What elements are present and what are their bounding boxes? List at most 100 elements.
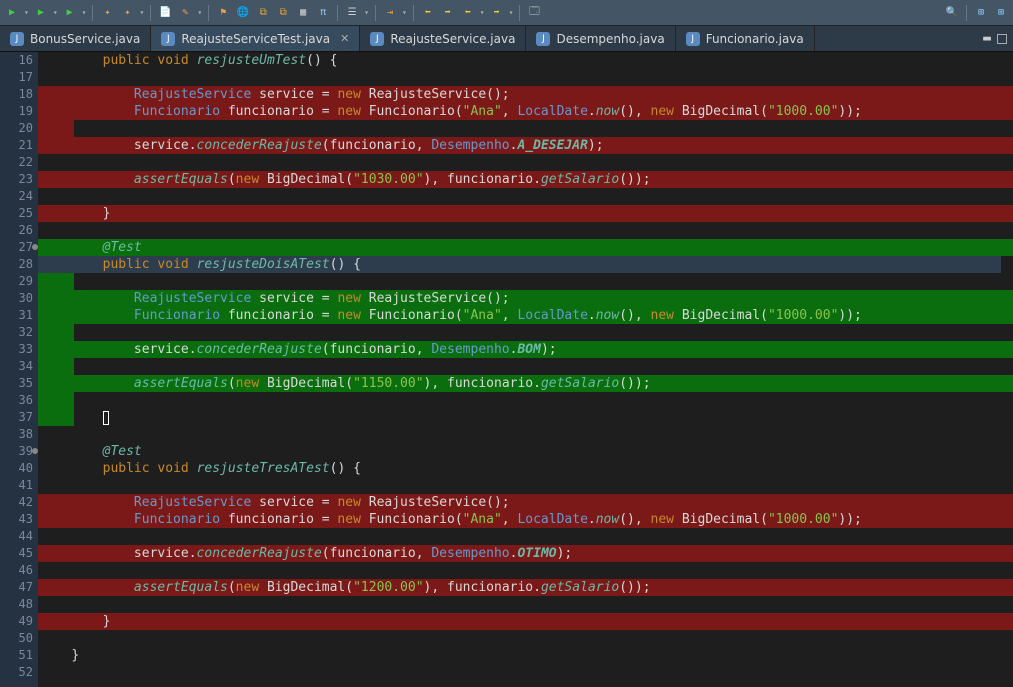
line-number: 20 — [0, 120, 38, 137]
line-number: 30 — [0, 290, 38, 307]
code-line[interactable]: public void resjusteTresATest() { — [38, 460, 1013, 477]
line-number: 38 — [0, 426, 38, 443]
tab-label: Desempenho.java — [556, 32, 664, 46]
code-line[interactable] — [38, 273, 1013, 290]
code-line[interactable]: } — [38, 205, 1013, 222]
code-line[interactable] — [38, 324, 1013, 341]
line-number: 41 — [0, 477, 38, 494]
tab-label: Funcionario.java — [706, 32, 804, 46]
perspective2-icon[interactable]: ⊞ — [993, 5, 1009, 21]
code-line[interactable] — [38, 392, 1013, 409]
code-line[interactable]: assertEquals(new BigDecimal("1150.00"), … — [38, 375, 1013, 392]
line-number: 35 — [0, 375, 38, 392]
code-line[interactable] — [38, 188, 1013, 205]
code-line[interactable]: @Test — [38, 239, 1013, 256]
line-gutter: 1617181920212223242526272829303132333435… — [0, 52, 38, 687]
code-line[interactable] — [38, 562, 1013, 579]
tab-reajusteservice[interactable]: J ReajusteService.java — [360, 26, 526, 51]
saveall-icon[interactable]: ✎ — [177, 5, 193, 21]
code-line[interactable] — [38, 409, 1013, 426]
tab-funcionario[interactable]: J Funcionario.java — [676, 26, 815, 51]
code-line[interactable] — [38, 154, 1013, 171]
line-number: 25 — [0, 205, 38, 222]
copy-icon[interactable]: ⧉ — [255, 5, 271, 21]
code-line[interactable]: @Test — [38, 443, 1013, 460]
list-icon[interactable]: ☰ — [344, 5, 360, 21]
line-number: 47 — [0, 579, 38, 596]
globe-icon[interactable]: 🌐 — [235, 5, 251, 21]
maximize-icon[interactable] — [997, 34, 1007, 44]
line-number: 36 — [0, 392, 38, 409]
paste-icon[interactable]: ⧉ — [275, 5, 291, 21]
run-icon[interactable]: ▶ — [4, 5, 20, 21]
code-line[interactable] — [38, 596, 1013, 613]
pi-icon[interactable]: π — [315, 5, 331, 21]
code-line[interactable]: Funcionario funcionario = new Funcionari… — [38, 103, 1013, 120]
code-line[interactable]: ReajusteService service = new ReajusteSe… — [38, 494, 1013, 511]
fwd-icon[interactable]: ➡ — [440, 5, 456, 21]
line-number: 52 — [0, 664, 38, 681]
line-number: 42 — [0, 494, 38, 511]
line-number: 46 — [0, 562, 38, 579]
code-line[interactable]: public void resjusteDoisATest() { — [38, 256, 1013, 273]
code-line[interactable]: assertEquals(new BigDecimal("1200.00"), … — [38, 579, 1013, 596]
align-icon[interactable]: ▦ — [295, 5, 311, 21]
ext-icon[interactable]: 🗔 — [526, 5, 542, 21]
line-number: 26 — [0, 222, 38, 239]
code-line[interactable]: service.concederReajuste(funcionario, De… — [38, 341, 1013, 358]
fwd2-icon[interactable]: ➡ — [489, 5, 505, 21]
code-line[interactable] — [38, 358, 1013, 375]
code-line[interactable]: Funcionario funcionario = new Funcionari… — [38, 307, 1013, 324]
close-icon[interactable]: ✕ — [340, 32, 349, 45]
code-editor[interactable]: 1617181920212223242526272829303132333435… — [0, 52, 1013, 687]
perspective1-icon[interactable]: ⊞ — [973, 5, 989, 21]
tab-desempenho[interactable]: J Desempenho.java — [526, 26, 675, 51]
indent-icon[interactable]: ⇥ — [382, 5, 398, 21]
tab-label: ReajusteService.java — [390, 32, 515, 46]
line-number: 44 — [0, 528, 38, 545]
line-number: 49 — [0, 613, 38, 630]
code-line[interactable] — [38, 630, 1013, 647]
java-file-icon: J — [536, 32, 550, 46]
tab-reajusteservicetest[interactable]: J ReajusteServiceTest.java ✕ — [151, 26, 360, 51]
tab-label: BonusService.java — [30, 32, 140, 46]
tab-actions: ▬ — [983, 26, 1013, 51]
code-area[interactable]: public void resjusteUmTest() { ReajusteS… — [38, 52, 1013, 687]
code-line[interactable] — [38, 477, 1013, 494]
java-file-icon: J — [10, 32, 24, 46]
minimize-icon[interactable]: ▬ — [983, 31, 991, 46]
code-line[interactable]: service.concederReajuste(funcionario, De… — [38, 545, 1013, 562]
code-line[interactable]: assertEquals(new BigDecimal("1030.00"), … — [38, 171, 1013, 188]
line-number: 22 — [0, 154, 38, 171]
code-line[interactable]: Funcionario funcionario = new Funcionari… — [38, 511, 1013, 528]
tab-bonusservice[interactable]: J BonusService.java — [0, 26, 151, 51]
code-line[interactable]: service.concederReajuste(funcionario, De… — [38, 137, 1013, 154]
code-line[interactable]: } — [38, 647, 1013, 664]
line-number: 27 — [0, 239, 38, 256]
code-line[interactable] — [38, 69, 1013, 86]
code-line[interactable]: ReajusteService service = new ReajusteSe… — [38, 86, 1013, 103]
line-number: 16 — [0, 52, 38, 69]
code-line[interactable]: } — [38, 613, 1013, 630]
new2-icon[interactable]: ✦ — [119, 5, 135, 21]
save-icon[interactable]: 📄 — [157, 5, 173, 21]
run2-icon[interactable]: ▶ — [33, 5, 49, 21]
back-icon[interactable]: ⬅ — [420, 5, 436, 21]
back2-icon[interactable]: ⬅ — [460, 5, 476, 21]
line-number: 32 — [0, 324, 38, 341]
new-icon[interactable]: ✦ — [99, 5, 115, 21]
code-line[interactable] — [38, 426, 1013, 443]
run3-icon[interactable]: ▶ — [62, 5, 78, 21]
code-line[interactable] — [38, 664, 1013, 681]
search-icon[interactable]: 🔍 — [944, 5, 960, 21]
line-number: 48 — [0, 596, 38, 613]
line-number: 39 — [0, 443, 38, 460]
code-line[interactable]: public void resjusteUmTest() { — [38, 52, 1013, 69]
code-line[interactable]: ReajusteService service = new ReajusteSe… — [38, 290, 1013, 307]
flag-icon[interactable]: ⚑ — [215, 5, 231, 21]
line-number: 45 — [0, 545, 38, 562]
code-line[interactable] — [38, 528, 1013, 545]
code-line[interactable] — [38, 222, 1013, 239]
tab-label: ReajusteServiceTest.java — [181, 32, 330, 46]
code-line[interactable] — [38, 120, 1013, 137]
